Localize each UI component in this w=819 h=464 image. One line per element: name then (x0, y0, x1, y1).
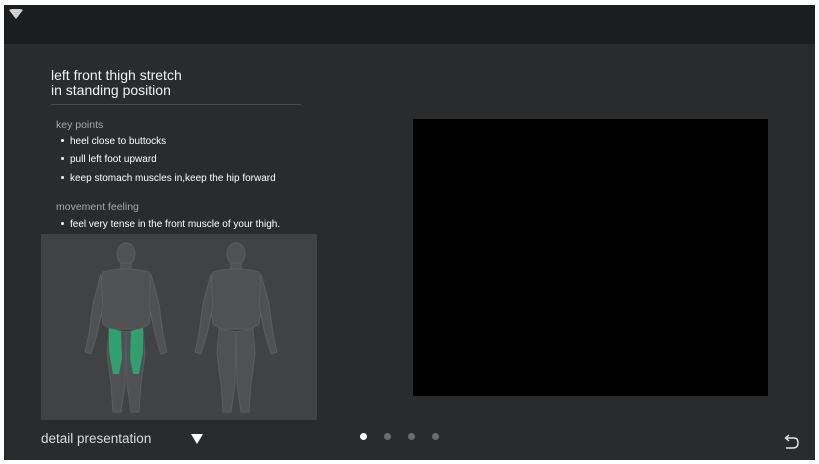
page-dot[interactable] (432, 433, 439, 440)
exercise-title-line-2: in standing position (51, 82, 171, 98)
bullet-dot (61, 156, 64, 160)
title-divider (51, 104, 301, 105)
muscle-anatomy-figure (41, 234, 317, 420)
bullet-dot (61, 175, 64, 179)
detail-presentation-button[interactable]: detail presentation (41, 431, 151, 446)
page-dot[interactable] (384, 433, 391, 440)
app-screen: left front thigh stretch in standing pos… (4, 5, 815, 460)
movement-feeling-text: feel very tense in the front muscle of y… (70, 219, 281, 230)
key-point-text: heel close to buttocks (70, 136, 167, 147)
triangle-down-icon[interactable] (191, 434, 203, 444)
exercise-video[interactable] (413, 119, 768, 396)
movement-feeling-label: movement feeling (56, 201, 139, 213)
exercise-title-line-1: left front thigh stretch (51, 67, 182, 83)
movement-feeling-item: feel very tense in the front muscle of y… (61, 219, 280, 230)
bullet-dot (61, 138, 64, 142)
key-point-item: heel close to buttocks (61, 136, 166, 147)
wifi-icon (9, 9, 23, 19)
key-points-label: key points (56, 119, 104, 131)
status-bar (4, 5, 815, 44)
page-dot[interactable] (408, 433, 415, 440)
key-point-text: pull left foot upward (70, 154, 157, 165)
exercise-title: left front thigh stretch in standing pos… (51, 68, 182, 98)
body-back-figure (194, 242, 278, 413)
bullet-dot (61, 221, 64, 225)
key-point-item: pull left foot upward (61, 154, 157, 165)
page-dot[interactable] (360, 433, 367, 440)
key-point-text: keep stomach muscles in,keep the hip for… (70, 173, 276, 184)
return-icon[interactable] (783, 434, 799, 449)
key-point-item: keep stomach muscles in,keep the hip for… (61, 173, 276, 184)
body-front-figure (84, 242, 168, 413)
